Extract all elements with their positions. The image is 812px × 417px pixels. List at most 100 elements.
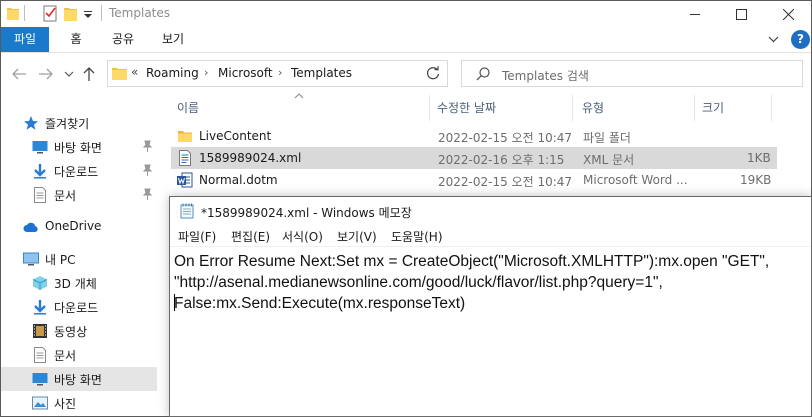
file-type: Microsoft Word ... [583,173,688,187]
desktop-icon [32,141,48,154]
expand-ribbon-icon[interactable] [765,31,782,48]
sidebar-item-downloads[interactable]: 다운로드 [1,295,157,319]
download-icon [34,300,46,315]
sidebar-item-quick-access[interactable]: 즐겨찾기 [1,111,157,135]
notepad-title-bar[interactable]: *1589989024.xml - Windows 메모장 [170,197,811,224]
file-size: 19KB [740,173,772,187]
minimize-button[interactable] [672,1,718,27]
star-icon [24,116,38,130]
file-row-livecontent[interactable]: LiveContent 2022-02-15 오전 10:47 파일 폴더 [171,125,777,147]
close-icon [782,8,794,20]
help-button[interactable]: ? [791,30,810,49]
file-row-normal-dotm[interactable]: Normal.dotm 2022-02-15 오전 10:47 Microsof… [171,169,777,191]
chevron-right-icon[interactable]: › [204,66,208,79]
column-header-name[interactable]: 이름 [177,99,199,116]
tab-share[interactable]: 공유 [103,27,143,52]
file-list: 이름 수정한 날짜 유형 크기 LiveContent 2022-02-15 오… [164,93,811,199]
sidebar-item-label: 다운로드 [54,301,99,315]
maximize-button[interactable] [718,1,764,27]
sidebar-item-label: 문서 [54,349,77,363]
menu-help[interactable]: 도움말(H) [391,228,443,245]
breadcrumb-roaming[interactable]: Roaming [146,66,199,80]
tab-view[interactable]: 보기 [153,27,193,52]
close-button[interactable] [765,1,811,27]
chevron-right-icon[interactable]: › [278,66,282,79]
menu-file[interactable]: 파일(F) [178,228,216,245]
sidebar-item-documents[interactable]: 문서 [1,343,157,367]
sidebar-item-videos[interactable]: 동영상 [1,319,157,343]
refresh-button[interactable] [421,60,448,87]
sort-ascending-icon [294,93,304,99]
column-header-type[interactable]: 유형 [582,99,604,116]
word-template-icon [177,172,193,188]
file-modified: 2022-02-16 오후 1:15 [438,153,565,167]
pin-icon[interactable] [142,140,153,153]
sidebar-item-documents-pinned[interactable]: 문서 [1,183,157,207]
download-icon [34,164,46,179]
separator [101,5,102,21]
sidebar-item-desktop[interactable]: 바탕 화면 [1,367,157,391]
column-header-modified[interactable]: 수정한 날짜 [437,99,496,116]
properties-icon[interactable] [43,5,58,22]
refresh-icon [426,66,440,80]
customize-toolbar-icon[interactable] [83,5,93,22]
xml-file-icon [179,150,191,166]
breadcrumb-microsoft[interactable]: Microsoft [218,66,273,80]
breadcrumb-overflow[interactable]: « [131,65,138,79]
tab-file[interactable]: 파일 [1,27,49,52]
sidebar-item-label: 3D 개체 [54,277,97,291]
file-name: Normal.dotm [199,173,278,187]
breadcrumb-templates[interactable]: Templates [291,66,352,80]
folder-icon [112,68,127,80]
file-row-xml[interactable]: 1589989024.xml 2022-02-16 오후 1:15 XML 문서… [171,147,777,169]
navigation-bar: « Roaming › Microsoft › Templates Templa… [1,52,811,93]
cube-icon [32,276,48,290]
notepad-icon [180,203,194,219]
up-arrow-icon[interactable] [81,66,97,82]
pin-icon[interactable] [142,188,153,201]
notepad-text-area[interactable]: On Error Resume Next:Set mx = CreateObje… [170,246,811,416]
menu-format[interactable]: 서식(O) [282,228,323,245]
sidebar-item-desktop-pinned[interactable]: 바탕 화면 [1,135,157,159]
column-divider[interactable] [771,95,772,121]
cloud-icon [23,222,38,232]
search-input[interactable]: Templates 검색 [461,60,803,87]
forward-arrow-icon[interactable] [38,66,54,82]
new-folder-icon[interactable] [64,5,77,22]
folder-icon [7,8,19,20]
recent-locations-icon[interactable] [64,66,74,82]
computer-icon [23,252,39,266]
film-icon [33,324,47,338]
text-line: "http://asenal.medianewsonline.com/good/… [174,274,663,291]
file-modified: 2022-02-15 오전 10:47 [438,175,573,189]
minimize-icon [689,13,700,15]
sidebar-item-pictures[interactable]: 사진 [1,391,157,415]
document-icon [34,187,46,203]
sidebar-item-3d-objects[interactable]: 3D 개체 [1,271,157,295]
column-divider[interactable] [694,95,695,121]
search-placeholder: Templates 검색 [502,69,589,83]
desktop-icon [32,373,48,386]
column-header-size[interactable]: 크기 [702,99,724,116]
column-divider[interactable] [429,95,430,121]
text-line: On Error Resume Next:Set mx = CreateObje… [174,253,770,270]
sidebar-item-label: 즐겨찾기 [45,117,90,131]
tab-home[interactable]: 홈 [59,27,93,52]
address-bar[interactable]: « Roaming › Microsoft › Templates [107,60,515,87]
back-arrow-icon[interactable] [11,66,27,82]
notepad-menu-bar: 파일(F) 편집(E) 서식(O) 보기(V) 도움말(H) [170,224,811,246]
ribbon-tabs: 파일 홈 공유 보기 ? [1,27,811,52]
separator [24,5,25,21]
menu-view[interactable]: 보기(V) [337,228,377,245]
sidebar-item-onedrive[interactable]: OneDrive [1,215,157,239]
pin-icon[interactable] [142,164,153,177]
sidebar-item-label: OneDrive [45,219,102,233]
sidebar-item-this-pc[interactable]: 내 PC [1,247,157,271]
notepad-title: *1589989024.xml - Windows 메모장 [201,206,412,220]
menu-edit[interactable]: 편집(E) [231,228,270,245]
navigation-pane: 즐겨찾기 바탕 화면 다운로드 문서 OneDrive 내 PC 3D 개체 다… [1,93,161,416]
notepad-window[interactable]: *1589989024.xml - Windows 메모장 파일(F) 편집(E… [169,196,812,417]
file-name: LiveContent [199,129,272,143]
column-divider[interactable] [572,95,573,121]
sidebar-item-downloads-pinned[interactable]: 다운로드 [1,159,157,183]
